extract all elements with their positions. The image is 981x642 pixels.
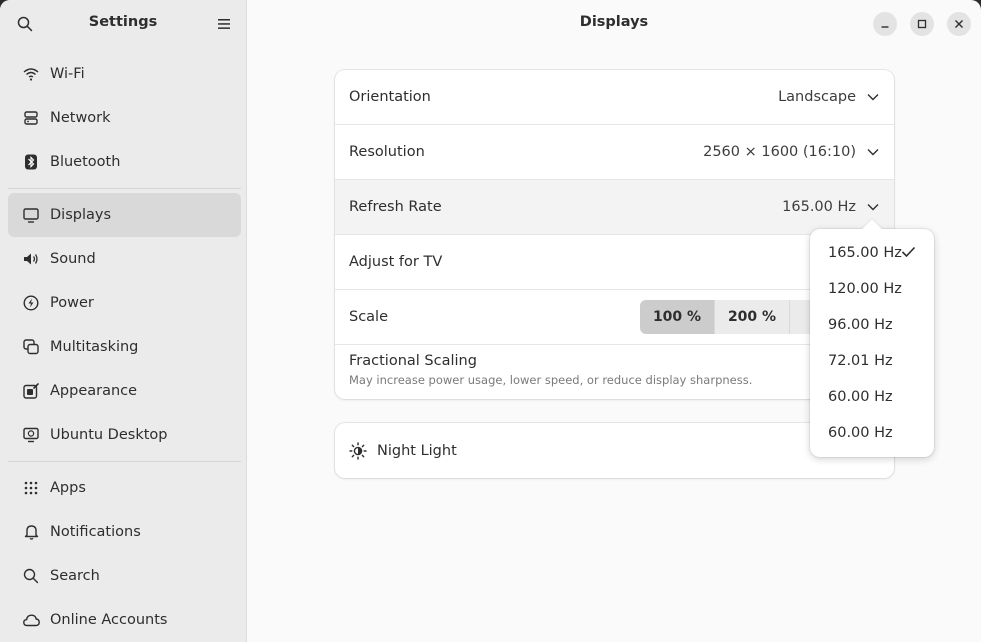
wifi-icon bbox=[22, 65, 40, 83]
night-light-icon bbox=[349, 441, 367, 460]
scale-option-200[interactable]: 200 % bbox=[715, 300, 790, 334]
multitasking-icon bbox=[22, 338, 40, 356]
orientation-row[interactable]: Orientation Landscape bbox=[335, 70, 894, 125]
chevron-down-icon bbox=[866, 90, 880, 104]
refresh-option[interactable]: 60.00 Hz bbox=[810, 379, 934, 415]
night-light-label: Night Light bbox=[377, 442, 457, 459]
settings-window: Settings Wi-Fi Network Bluetooth Display… bbox=[0, 0, 981, 642]
maximize-button[interactable] bbox=[910, 12, 934, 36]
sidebar-item-label: Search bbox=[50, 568, 100, 584]
speaker-icon bbox=[22, 250, 40, 268]
display-icon bbox=[22, 206, 40, 224]
refresh-option-label: 96.00 Hz bbox=[828, 317, 893, 333]
sidebar-header: Settings bbox=[0, 0, 246, 47]
sidebar-divider bbox=[8, 188, 241, 189]
sidebar-item-search[interactable]: Search bbox=[8, 554, 241, 598]
refresh-rate-row[interactable]: Refresh Rate 165.00 Hz bbox=[335, 180, 894, 235]
refresh-option[interactable]: 120.00 Hz bbox=[810, 271, 934, 307]
sidebar-item-ubuntu-desktop[interactable]: Ubuntu Desktop bbox=[8, 413, 241, 457]
refresh-option-label: 60.00 Hz bbox=[828, 425, 893, 441]
minimize-icon bbox=[881, 26, 889, 28]
sidebar-item-label: Sound bbox=[50, 251, 96, 267]
sidebar-item-appearance[interactable]: Appearance bbox=[8, 369, 241, 413]
sidebar-item-sound[interactable]: Sound bbox=[8, 237, 241, 281]
resolution-label: Resolution bbox=[349, 144, 425, 160]
apps-grid-icon bbox=[22, 479, 40, 497]
refresh-option-label: 72.01 Hz bbox=[828, 353, 893, 369]
resolution-value: 2560 × 1600 (16:10) bbox=[703, 144, 856, 160]
bluetooth-icon bbox=[22, 153, 40, 171]
sidebar-item-label: Online Accounts bbox=[50, 612, 168, 628]
refresh-option-label: 60.00 Hz bbox=[828, 389, 893, 405]
adjust-for-tv-label: Adjust for TV bbox=[349, 254, 443, 270]
sidebar-item-label: Notifications bbox=[50, 524, 141, 540]
sidebar-item-network[interactable]: Network bbox=[8, 96, 241, 140]
page-title: Displays bbox=[579, 14, 649, 30]
sidebar: Settings Wi-Fi Network Bluetooth Display… bbox=[0, 0, 247, 642]
sidebar-item-label: Displays bbox=[50, 207, 112, 223]
sidebar-item-wifi[interactable]: Wi-Fi bbox=[8, 52, 241, 96]
sidebar-item-label: Ubuntu Desktop bbox=[50, 427, 168, 443]
refresh-rate-popover: 165.00 Hz 120.00 Hz 96.00 Hz 72.01 Hz 60… bbox=[810, 229, 934, 457]
refresh-option[interactable]: 60.00 Hz bbox=[810, 415, 934, 451]
fractional-scaling-label: Fractional Scaling bbox=[349, 353, 477, 369]
sidebar-item-label: Wi-Fi bbox=[50, 66, 85, 82]
refresh-option-label: 120.00 Hz bbox=[828, 281, 902, 297]
scale-option-100[interactable]: 100 % bbox=[640, 300, 715, 334]
sidebar-item-power[interactable]: Power bbox=[8, 281, 241, 325]
maximize-icon bbox=[917, 19, 927, 29]
orientation-value: Landscape bbox=[778, 89, 856, 105]
sidebar-list: Wi-Fi Network Bluetooth Displays Sound P… bbox=[8, 52, 241, 642]
network-icon bbox=[22, 109, 40, 127]
fractional-scaling-subtitle: May increase power usage, lower speed, o… bbox=[349, 373, 753, 387]
hamburger-menu-icon[interactable] bbox=[212, 12, 236, 36]
sidebar-item-label: Bluetooth bbox=[50, 154, 121, 170]
refresh-option[interactable]: 72.01 Hz bbox=[810, 343, 934, 379]
sidebar-item-label: Power bbox=[50, 295, 94, 311]
appearance-icon bbox=[22, 382, 40, 400]
chevron-down-icon bbox=[866, 200, 880, 214]
sidebar-item-multitasking[interactable]: Multitasking bbox=[8, 325, 241, 369]
refresh-rate-label: Refresh Rate bbox=[349, 199, 442, 215]
sidebar-item-online-accounts[interactable]: Online Accounts bbox=[8, 598, 241, 642]
refresh-option[interactable]: 96.00 Hz bbox=[810, 307, 934, 343]
refresh-option-label: 165.00 Hz bbox=[828, 245, 902, 261]
close-icon bbox=[955, 20, 963, 28]
refresh-option[interactable]: 165.00 Hz bbox=[810, 235, 934, 271]
sidebar-item-label: Network bbox=[50, 110, 111, 126]
sidebar-item-label: Appearance bbox=[50, 383, 138, 399]
sidebar-item-label: Multitasking bbox=[50, 339, 139, 355]
bell-icon bbox=[22, 523, 40, 541]
sidebar-item-bluetooth[interactable]: Bluetooth bbox=[8, 140, 241, 184]
scale-toggle-group: 100 % 200 % bbox=[640, 300, 830, 334]
main-panel: Displays Orientation Landscape Resolutio… bbox=[247, 0, 981, 642]
sidebar-item-apps[interactable]: Apps bbox=[8, 466, 241, 510]
orientation-label: Orientation bbox=[349, 89, 431, 105]
refresh-rate-value: 165.00 Hz bbox=[782, 199, 856, 215]
cloud-icon bbox=[22, 611, 40, 629]
sidebar-item-displays[interactable]: Displays bbox=[8, 193, 241, 237]
ubuntu-desktop-icon bbox=[22, 426, 40, 444]
chevron-down-icon bbox=[866, 145, 880, 159]
power-icon bbox=[22, 294, 40, 312]
sidebar-title: Settings bbox=[88, 14, 158, 30]
sidebar-item-label: Apps bbox=[50, 480, 86, 496]
sidebar-divider bbox=[8, 461, 241, 462]
close-button[interactable] bbox=[947, 12, 971, 36]
checkmark-icon bbox=[901, 246, 916, 262]
resolution-row[interactable]: Resolution 2560 × 1600 (16:10) bbox=[335, 125, 894, 180]
search-icon bbox=[22, 567, 40, 585]
sidebar-item-notifications[interactable]: Notifications bbox=[8, 510, 241, 554]
minimize-button[interactable] bbox=[873, 12, 897, 36]
